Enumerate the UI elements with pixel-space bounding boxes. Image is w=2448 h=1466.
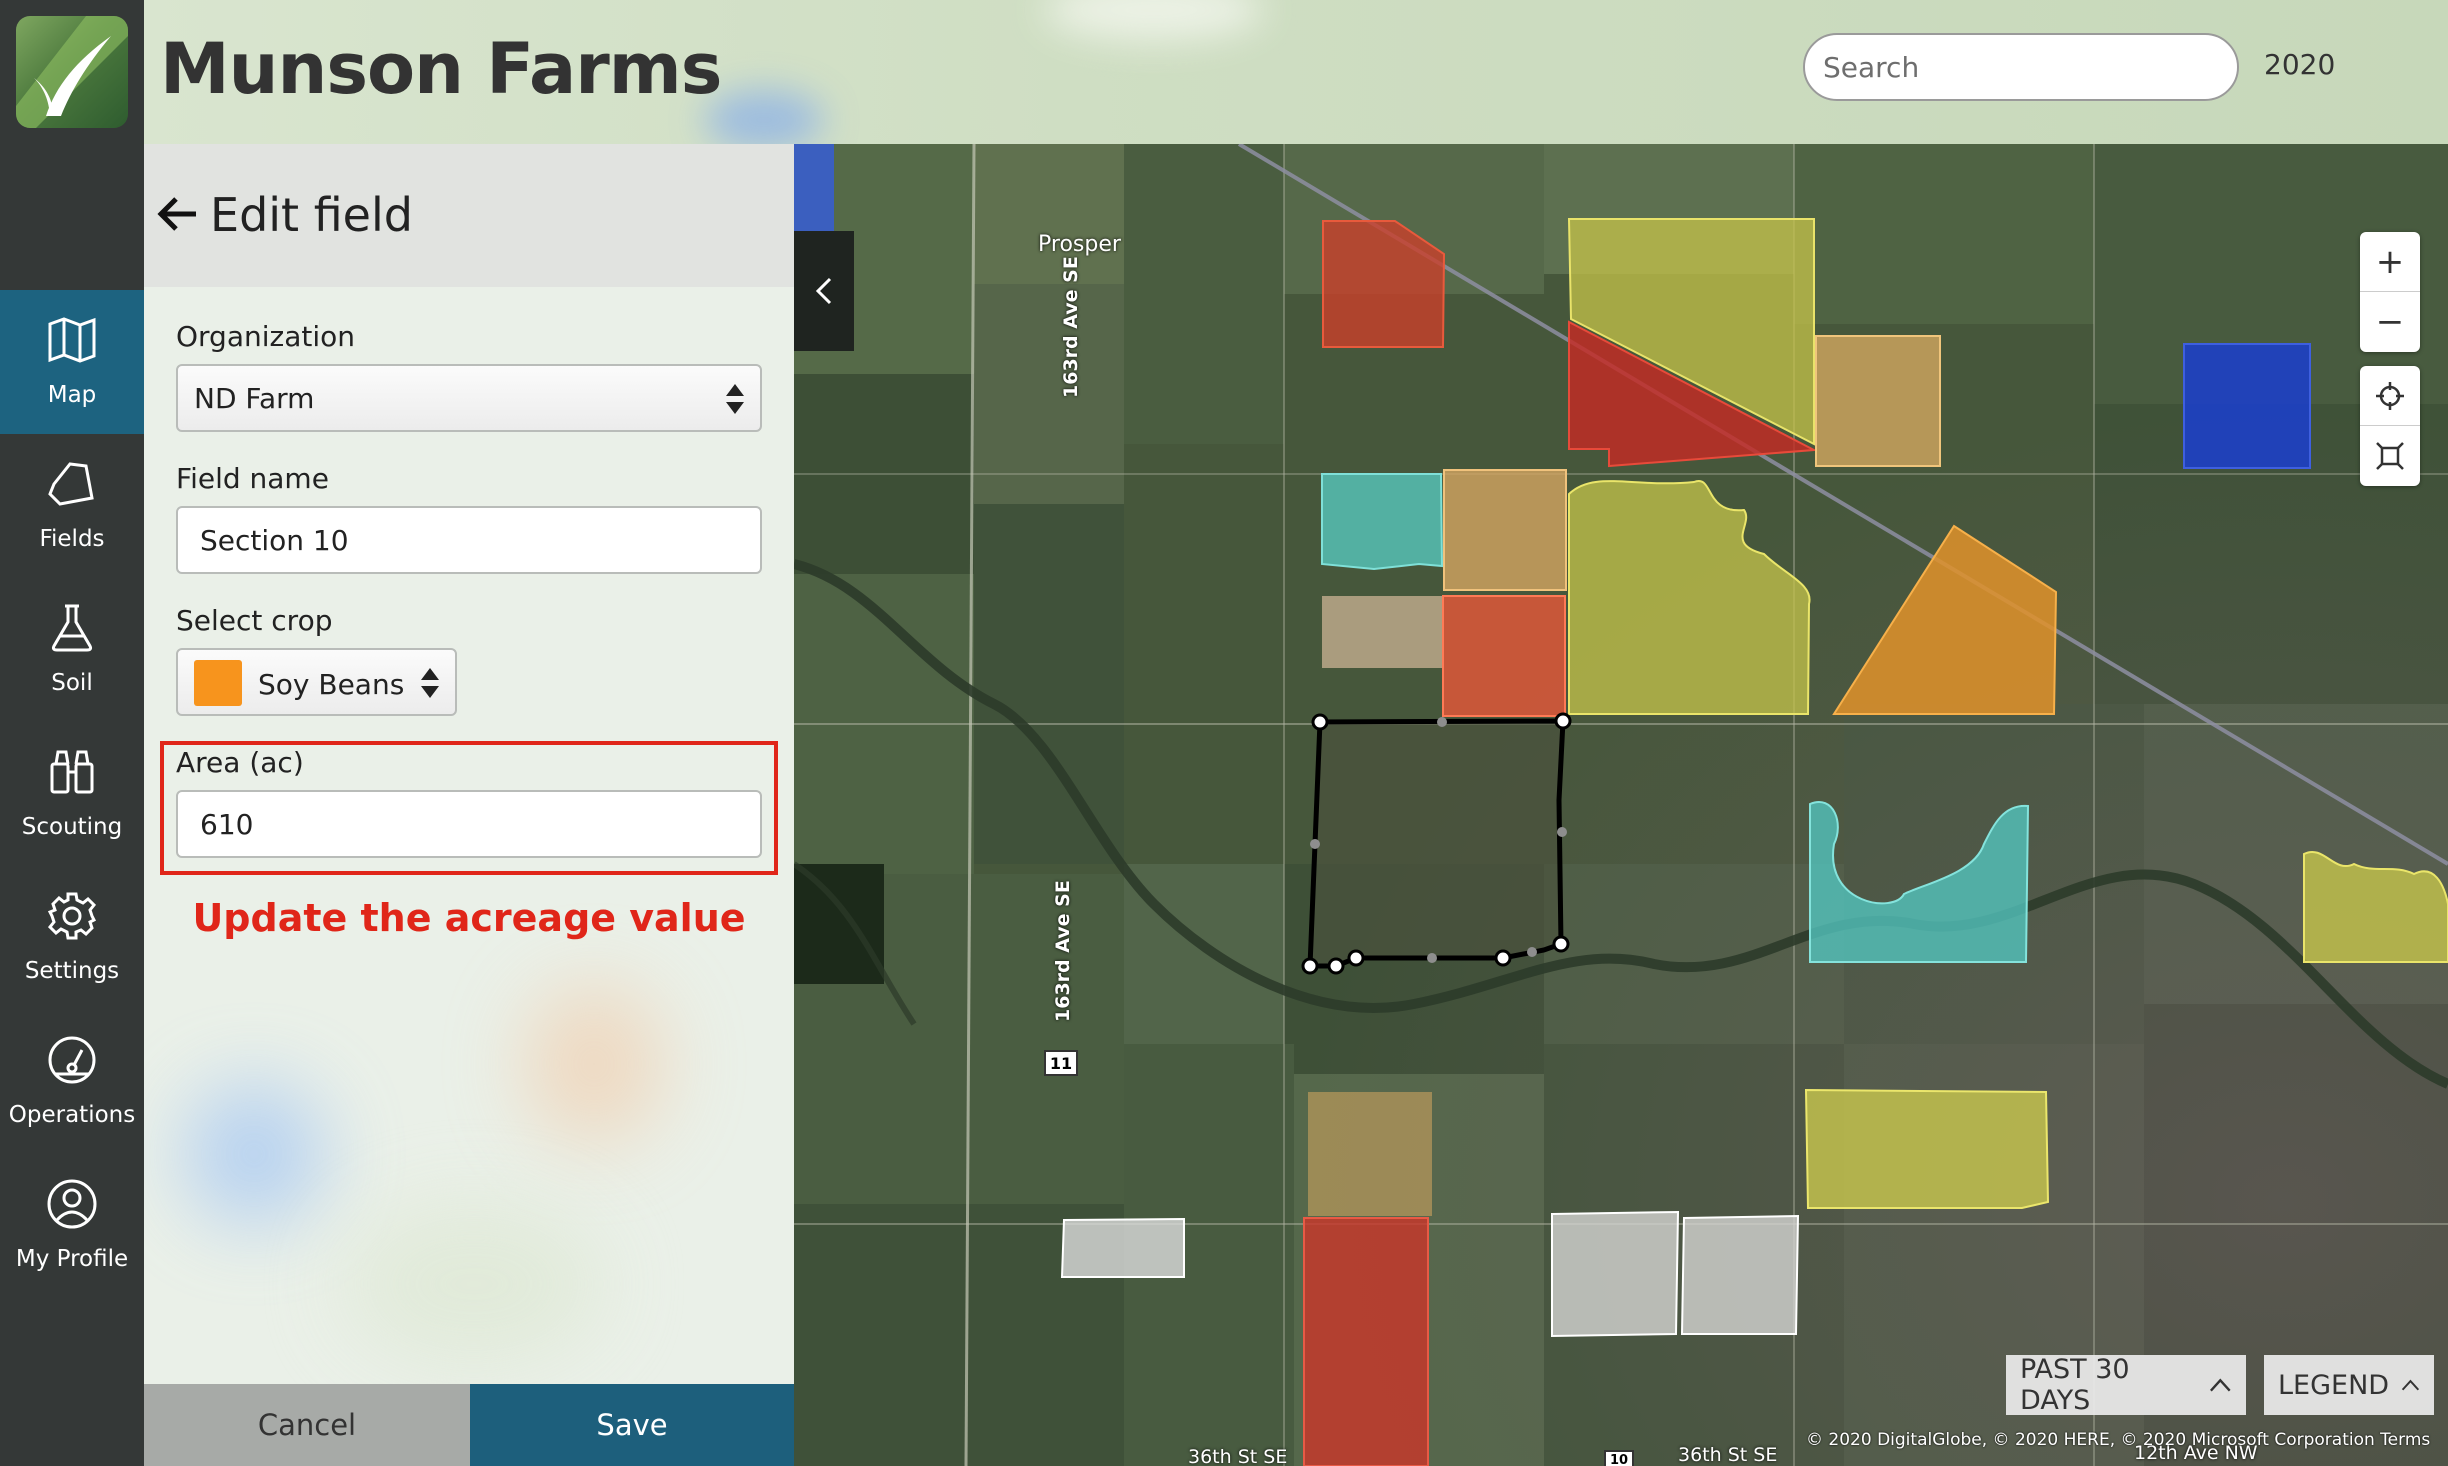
highway-shield-10: 10	[1604, 1450, 1634, 1466]
left-nav: Map Fields Soil Scouting Settings Operat…	[0, 0, 144, 1466]
select-crop-label: Select crop	[176, 604, 333, 637]
gauge-icon	[48, 1036, 96, 1084]
area-input[interactable]: 610	[176, 790, 762, 858]
nav-settings-label: Settings	[24, 958, 120, 984]
nav-fields-label: Fields	[39, 526, 105, 552]
field-tan-1[interactable]	[1815, 335, 1941, 467]
cancel-button[interactable]: Cancel	[144, 1384, 470, 1466]
field-red-3[interactable]	[1303, 1217, 1429, 1466]
locate-button[interactable]	[2360, 366, 2420, 426]
road-label-north: 163rd Ave SE	[1060, 256, 1082, 398]
search-input[interactable]	[1803, 33, 2239, 101]
past-30-days-button[interactable]: PAST 30 DAYS	[2006, 1354, 2246, 1416]
user-icon	[47, 1179, 97, 1229]
area-value: 610	[200, 807, 254, 841]
binoculars-icon	[50, 750, 94, 794]
legend-button[interactable]: LEGEND	[2264, 1355, 2434, 1415]
edit-field-panel: Edit field Organization ND Farm Field na…	[144, 144, 794, 1466]
crop-select[interactable]: Soy Beans	[176, 648, 457, 716]
satellite-map[interactable]: Prosper 163rd Ave SE 163rd Ave SE 11 10 …	[794, 144, 2448, 1466]
road-label-south: 163rd Ave SE	[1052, 880, 1074, 1022]
select-arrows-icon	[421, 668, 439, 698]
highway-shield-11: 11	[1044, 1050, 1078, 1076]
map-attribution[interactable]: © 2020 DigitalGlobe, © 2020 HERE, © 2020…	[1806, 1430, 2430, 1450]
back-arrow-icon[interactable]	[156, 192, 200, 236]
nav-soil-label: Soil	[51, 670, 93, 696]
town-label: Prosper	[1038, 232, 1121, 257]
field-gray-3[interactable]	[1680, 1214, 1800, 1335]
chevron-up-icon	[2210, 1378, 2231, 1392]
field-yellow-4[interactable]	[1804, 1088, 2050, 1209]
field-name-input[interactable]: Section 10	[176, 506, 762, 574]
nav-operations-label: Operations	[8, 1102, 136, 1128]
organization-value: ND Farm	[194, 381, 315, 415]
nav-scouting-label: Scouting	[21, 814, 123, 840]
app-title: Munson Farms	[160, 28, 722, 110]
legend-label: LEGEND	[2278, 1369, 2390, 1401]
save-button[interactable]: Save	[470, 1384, 794, 1466]
nav-map-label: Map	[47, 382, 97, 408]
nav-my-profile[interactable]: My Profile	[0, 1154, 144, 1298]
organization-label: Organization	[176, 320, 356, 353]
selected-field-outline[interactable]	[1307, 718, 1566, 969]
street-label-1: 36th St SE	[1188, 1446, 1288, 1466]
fit-extent-button[interactable]	[2360, 426, 2420, 486]
panel-header: Edit field	[144, 144, 794, 287]
field-light-1[interactable]	[1322, 596, 1442, 668]
season-year[interactable]: 2020	[2264, 48, 2335, 81]
street-label-2: 36th St SE	[1678, 1444, 1778, 1466]
chevron-up-icon	[2401, 1379, 2420, 1391]
fields-icon	[48, 462, 94, 506]
nav-operations[interactable]: Operations	[0, 1010, 144, 1154]
fit-extent-icon	[2376, 442, 2404, 470]
panel-title: Edit field	[210, 188, 413, 242]
field-gray-2[interactable]	[1551, 1210, 1680, 1338]
field-cyan-1[interactable]	[1321, 473, 1444, 571]
map-icon	[48, 317, 96, 363]
crop-value: Soy Beans	[258, 668, 405, 701]
top-header: Munson Farms 2020	[144, 0, 2448, 150]
zoom-in-button[interactable]: +	[2360, 232, 2420, 292]
field-tan-3[interactable]	[1308, 1092, 1432, 1216]
crop-color-swatch	[194, 660, 242, 706]
nav-scouting[interactable]: Scouting	[0, 722, 144, 866]
crosshair-icon	[2376, 381, 2404, 410]
nav-settings[interactable]: Settings	[0, 866, 144, 1010]
chevron-left-icon	[815, 277, 832, 305]
area-label: Area (ac)	[176, 746, 304, 779]
field-name-value: Section 10	[200, 523, 349, 557]
collapse-panel-button[interactable]	[794, 231, 854, 351]
field-blue-1[interactable]	[2183, 343, 2311, 469]
organization-select[interactable]: ND Farm	[176, 364, 762, 432]
nav-fields[interactable]: Fields	[0, 434, 144, 578]
instruction-text: Update the acreage value	[192, 896, 746, 940]
map-tools	[2360, 366, 2420, 486]
zoom-out-button[interactable]: −	[2360, 292, 2420, 352]
nav-my-profile-label: My Profile	[15, 1246, 129, 1272]
past-30-days-label: PAST 30 DAYS	[2020, 1354, 2130, 1416]
nav-soil[interactable]: Soil	[0, 578, 144, 722]
field-gray-1[interactable]	[1060, 1217, 1185, 1278]
zoom-controls: + −	[2360, 232, 2420, 352]
flask-icon	[51, 604, 93, 652]
field-name-label: Field name	[176, 462, 329, 495]
field-orange-red-1[interactable]	[1442, 595, 1566, 717]
field-tan-2[interactable]	[1443, 469, 1567, 591]
select-arrows-icon	[726, 384, 744, 414]
gear-icon	[47, 892, 97, 940]
map-canvas[interactable]	[794, 144, 2448, 1466]
app-logo[interactable]	[16, 16, 128, 128]
nav-map[interactable]: Map	[0, 290, 144, 434]
